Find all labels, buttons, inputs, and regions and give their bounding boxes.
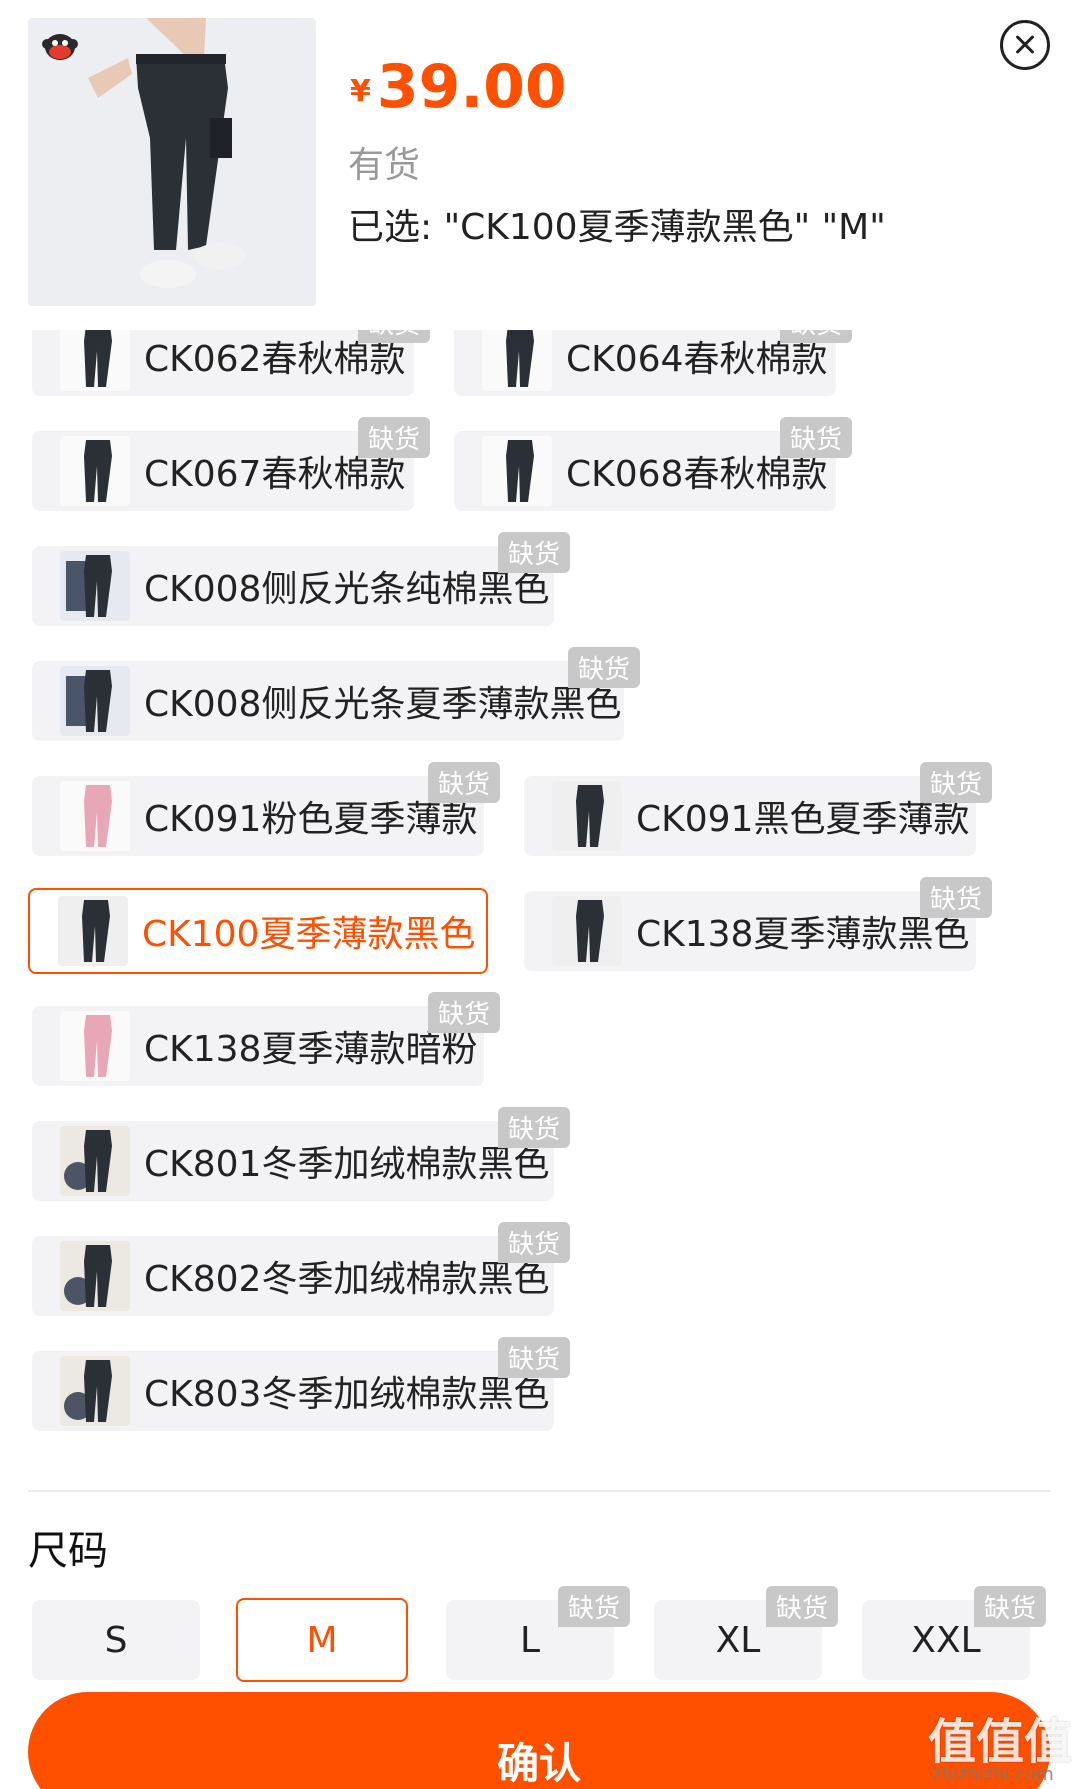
out-of-stock-badge: 缺货 [497, 1107, 570, 1148]
variant-option[interactable]: CK803冬季加绒棉款黑色 缺货 [32, 1337, 570, 1431]
variant-option[interactable]: CK801冬季加绒棉款黑色 缺货 [32, 1107, 570, 1201]
pants-thumbnail [58, 896, 128, 966]
variant-option[interactable]: CK067春秋棉款 缺货 [32, 417, 430, 511]
size-option-s[interactable]: S [32, 1600, 200, 1680]
size-label: S [104, 1619, 128, 1661]
variant-option[interactable]: CK091粉色夏季薄款 缺货 [32, 762, 500, 856]
pants-thumbnail [60, 1126, 130, 1196]
variant-row: CK801冬季加绒棉款黑色 缺货 [0, 1107, 1078, 1231]
out-of-stock-badge: 缺货 [497, 1222, 570, 1263]
variant-row: CK802冬季加绒棉款黑色 缺货 [0, 1222, 1078, 1346]
size-label: M [306, 1619, 338, 1661]
size-option-xl[interactable]: XL 缺货 [654, 1586, 838, 1680]
variant-row: CK062春秋棉款 缺货 CK064春秋棉款 缺货 [0, 330, 1078, 426]
size-title: 尺码 [28, 1528, 108, 1574]
variant-row: CK138夏季薄款暗粉 缺货 [0, 992, 1078, 1116]
size-option-l[interactable]: L 缺货 [446, 1586, 630, 1680]
divider [28, 1490, 1050, 1492]
size-label: L [519, 1619, 541, 1661]
variant-row: CK067春秋棉款 缺货 CK068春秋棉款 缺货 [0, 417, 1078, 541]
variant-option[interactable]: CK091黑色夏季薄款 缺货 [524, 762, 992, 856]
pants-thumbnail [482, 330, 552, 391]
variant-row: CK091粉色夏季薄款 缺货 CK091黑色夏季薄款 缺货 [0, 762, 1078, 886]
out-of-stock-badge: 缺货 [567, 647, 640, 688]
variant-row: CK008侧反光条夏季薄款黑色 缺货 [0, 647, 1078, 771]
out-of-stock-badge: 缺货 [497, 1337, 570, 1378]
pants-thumbnail [60, 781, 130, 851]
size-option-m[interactable]: M [236, 1598, 408, 1682]
pants-thumbnail [60, 436, 130, 506]
variant-label: CK802冬季加绒棉款黑色 [144, 1259, 550, 1300]
variant-option[interactable]: CK062春秋棉款 缺货 [32, 330, 430, 396]
watermark-url: zhizhizhi.com [932, 1764, 1054, 1785]
size-label: XXL [911, 1619, 981, 1661]
out-of-stock-badge: 缺货 [557, 1586, 630, 1627]
out-of-stock-badge: 缺货 [427, 992, 500, 1033]
watermark-logo: 值值值 [928, 1714, 1073, 1770]
variant-option[interactable]: CK064春秋棉款 缺货 [454, 330, 852, 396]
price: ¥39.00 [350, 52, 567, 122]
close-icon[interactable] [1000, 20, 1050, 70]
variant-label: CK801冬季加绒棉款黑色 [144, 1144, 550, 1185]
size-option-xxl[interactable]: XXL 缺货 [862, 1586, 1046, 1680]
variant-option[interactable]: CK138夏季薄款暗粉 缺货 [32, 992, 500, 1086]
out-of-stock-badge: 缺货 [973, 1586, 1046, 1627]
out-of-stock-badge: 缺货 [427, 762, 500, 803]
out-of-stock-badge: 缺货 [357, 417, 430, 458]
out-of-stock-badge: 缺货 [919, 762, 992, 803]
variant-option[interactable]: CK138夏季薄款黑色 缺货 [524, 877, 992, 971]
variant-row: CK100夏季薄款黑色 CK138夏季薄款黑色 缺货 [0, 877, 1078, 1001]
confirm-button[interactable]: 确认 [28, 1692, 1050, 1789]
pants-thumbnail [552, 781, 622, 851]
variant-label: CK100夏季薄款黑色 [142, 914, 476, 955]
out-of-stock-badge: 缺货 [357, 330, 430, 343]
pants-thumbnail [60, 666, 130, 736]
pants-thumbnail [482, 436, 552, 506]
pants-thumbnail [552, 896, 622, 966]
variant-list[interactable]: CK062春秋棉款 缺货 CK064春秋棉款 缺货 CK067春秋棉款 缺货 C… [0, 330, 1078, 1470]
pants-thumbnail [60, 1356, 130, 1426]
stock-status: 有货 [348, 145, 421, 186]
out-of-stock-badge: 缺货 [497, 532, 570, 573]
out-of-stock-badge: 缺货 [765, 1586, 838, 1627]
variant-row: CK803冬季加绒棉款黑色 缺货 [0, 1337, 1078, 1461]
out-of-stock-badge: 缺货 [919, 877, 992, 918]
variant-option-selected[interactable]: CK100夏季薄款黑色 [28, 888, 488, 974]
currency-symbol: ¥ [350, 74, 371, 109]
variant-option[interactable]: CK068春秋棉款 缺货 [454, 417, 852, 511]
pants-thumbnail [60, 330, 130, 391]
variant-label: CK803冬季加绒棉款黑色 [144, 1374, 550, 1415]
out-of-stock-badge: 缺货 [779, 417, 852, 458]
pants-thumbnail [60, 1011, 130, 1081]
variant-label: CK008侧反光条纯棉黑色 [144, 569, 550, 610]
product-image[interactable] [28, 18, 316, 306]
pants-thumbnail [60, 1241, 130, 1311]
pants-thumbnail [60, 551, 130, 621]
variant-label: CK008侧反光条夏季薄款黑色 [144, 684, 622, 725]
watermark: 值值值 zhizhizhi.com [928, 1702, 1078, 1789]
variant-row: CK008侧反光条纯棉黑色 缺货 [0, 532, 1078, 656]
monkey-logo-icon [42, 30, 78, 62]
selected-summary: 已选: "CK100夏季薄款黑色" "M" [348, 207, 886, 248]
variant-option[interactable]: CK008侧反光条纯棉黑色 缺货 [32, 532, 570, 626]
size-label: XL [715, 1619, 761, 1661]
variant-option[interactable]: CK008侧反光条夏季薄款黑色 缺货 [32, 647, 640, 741]
variant-option[interactable]: CK802冬季加绒棉款黑色 缺货 [32, 1222, 570, 1316]
out-of-stock-badge: 缺货 [779, 330, 852, 343]
price-value: 39.00 [376, 52, 567, 122]
